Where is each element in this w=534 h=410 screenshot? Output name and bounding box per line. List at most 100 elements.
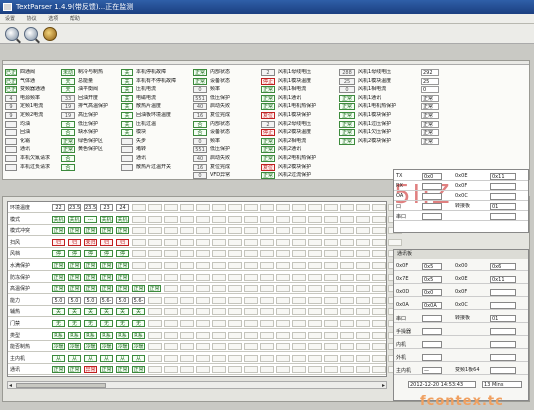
- grid-empty-cell[interactable]: [228, 204, 242, 211]
- menu-protocol[interactable]: 协议: [22, 14, 42, 24]
- grid-cell[interactable]: R系列: [68, 331, 81, 339]
- gauge-icon[interactable]: [43, 27, 57, 41]
- grid-empty-cell[interactable]: [340, 262, 354, 269]
- grid-empty-cell[interactable]: [228, 296, 242, 304]
- grid-empty-cell[interactable]: [260, 331, 274, 339]
- grid-empty-cell[interactable]: [196, 204, 210, 211]
- grid-empty-cell[interactable]: [324, 250, 338, 258]
- grid-cell[interactable]: 无: [132, 320, 145, 327]
- grid-empty-cell[interactable]: [260, 354, 274, 362]
- grid-empty-cell[interactable]: [164, 296, 178, 304]
- grid-empty-cell[interactable]: [212, 250, 226, 258]
- grid-empty-cell[interactable]: [324, 366, 338, 374]
- grid-empty-cell[interactable]: [196, 354, 210, 362]
- grid-empty-cell[interactable]: [228, 215, 242, 223]
- menu-help[interactable]: 帮助: [65, 14, 85, 24]
- address-value[interactable]: 0x0F: [454, 289, 482, 296]
- grid-cell[interactable]: 冷暖: [100, 343, 113, 351]
- address-value[interactable]: [422, 354, 442, 361]
- grid-cell[interactable]: 停: [52, 250, 65, 258]
- grid-empty-cell[interactable]: [228, 250, 242, 258]
- grid-empty-cell[interactable]: [292, 238, 306, 246]
- grid-cell[interactable]: 归: [52, 238, 65, 246]
- grid-cell[interactable]: R系列: [132, 331, 145, 339]
- grid-cell[interactable]: 关机: [52, 215, 65, 223]
- grid-empty-cell[interactable]: [244, 238, 258, 246]
- grid-cell[interactable]: 无: [52, 320, 65, 327]
- address-value[interactable]: [422, 183, 442, 190]
- grid-cell[interactable]: 从: [84, 354, 97, 362]
- address-value[interactable]: 01: [490, 315, 516, 322]
- grid-empty-cell[interactable]: [308, 250, 322, 258]
- grid-empty-cell[interactable]: [244, 215, 258, 223]
- grid-empty-cell[interactable]: [164, 343, 178, 351]
- grid-cell[interactable]: 正常: [68, 262, 81, 269]
- grid-cell[interactable]: 异常: [84, 366, 97, 374]
- grid-empty-cell[interactable]: [276, 343, 290, 351]
- grid-cell[interactable]: 无: [84, 320, 97, 327]
- grid-empty-cell[interactable]: [276, 273, 290, 281]
- grid-empty-cell[interactable]: [244, 331, 258, 339]
- grid-empty-cell[interactable]: [292, 354, 306, 362]
- grid-empty-cell[interactable]: [212, 238, 226, 246]
- grid-cell[interactable]: 关: [100, 308, 113, 316]
- grid-empty-cell[interactable]: [228, 343, 242, 351]
- grid-empty-cell[interactable]: [180, 308, 194, 316]
- grid-empty-cell[interactable]: [324, 238, 338, 246]
- grid-empty-cell[interactable]: [132, 262, 146, 269]
- grid-cell[interactable]: 正常: [52, 366, 65, 374]
- grid-empty-cell[interactable]: [244, 296, 258, 304]
- grid-empty-cell[interactable]: [132, 250, 146, 258]
- grid-cell[interactable]: 关: [52, 308, 65, 316]
- grid-empty-cell[interactable]: [196, 273, 210, 281]
- grid-empty-cell[interactable]: [356, 204, 370, 211]
- grid-empty-cell[interactable]: [196, 215, 210, 223]
- grid-empty-cell[interactable]: [244, 227, 258, 235]
- grid-empty-cell[interactable]: [244, 273, 258, 281]
- grid-empty-cell[interactable]: [340, 227, 354, 235]
- grid-empty-cell[interactable]: [148, 238, 162, 246]
- grid-empty-cell[interactable]: [356, 320, 370, 327]
- grid-empty-cell[interactable]: [340, 296, 354, 304]
- grid-empty-cell[interactable]: [292, 285, 306, 293]
- grid-empty-cell[interactable]: [356, 331, 370, 339]
- grid-empty-cell[interactable]: [372, 273, 386, 281]
- address-value[interactable]: 0x0A: [422, 302, 442, 309]
- grid-empty-cell[interactable]: [356, 296, 370, 304]
- grid-empty-cell[interactable]: [292, 331, 306, 339]
- grid-empty-cell[interactable]: [212, 273, 226, 281]
- grid-empty-cell[interactable]: [132, 238, 146, 246]
- grid-empty-cell[interactable]: [196, 308, 210, 316]
- grid-cell[interactable]: 归: [68, 238, 81, 246]
- grid-empty-cell[interactable]: [372, 215, 386, 223]
- grid-empty-cell[interactable]: [196, 343, 210, 351]
- grid-empty-cell[interactable]: [244, 354, 258, 362]
- address-value[interactable]: 0x0C: [454, 302, 482, 309]
- grid-cell[interactable]: 正常: [100, 366, 113, 374]
- grid-cell[interactable]: 正常: [100, 227, 113, 235]
- address-value[interactable]: [422, 341, 442, 348]
- grid-empty-cell[interactable]: [292, 262, 306, 269]
- address-value[interactable]: [422, 315, 442, 322]
- grid-cell[interactable]: 正常: [148, 285, 161, 293]
- address-value[interactable]: [422, 328, 442, 335]
- grid-empty-cell[interactable]: [180, 273, 194, 281]
- scroll-right-icon[interactable]: ▸: [382, 382, 385, 389]
- grid-empty-cell[interactable]: [340, 285, 354, 293]
- grid-empty-cell[interactable]: [356, 227, 370, 235]
- grid-empty-cell[interactable]: [372, 250, 386, 258]
- grid-empty-cell[interactable]: [180, 250, 194, 258]
- grid-cell[interactable]: 冷暖: [52, 343, 65, 351]
- horizontal-scrollbar[interactable]: ◂ ▸: [7, 381, 387, 389]
- grid-empty-cell[interactable]: [212, 354, 226, 362]
- grid-cell[interactable]: 从: [52, 354, 65, 362]
- grid-cell[interactable]: 正常: [132, 285, 145, 293]
- grid-empty-cell[interactable]: [356, 215, 370, 223]
- grid-empty-cell[interactable]: [292, 273, 306, 281]
- grid-cell[interactable]: R系列: [84, 331, 97, 339]
- grid-empty-cell[interactable]: [324, 354, 338, 362]
- grid-empty-cell[interactable]: [308, 308, 322, 316]
- grid-empty-cell[interactable]: [196, 331, 210, 339]
- grid-cell[interactable]: 正常: [52, 227, 65, 235]
- grid-empty-cell[interactable]: [180, 215, 194, 223]
